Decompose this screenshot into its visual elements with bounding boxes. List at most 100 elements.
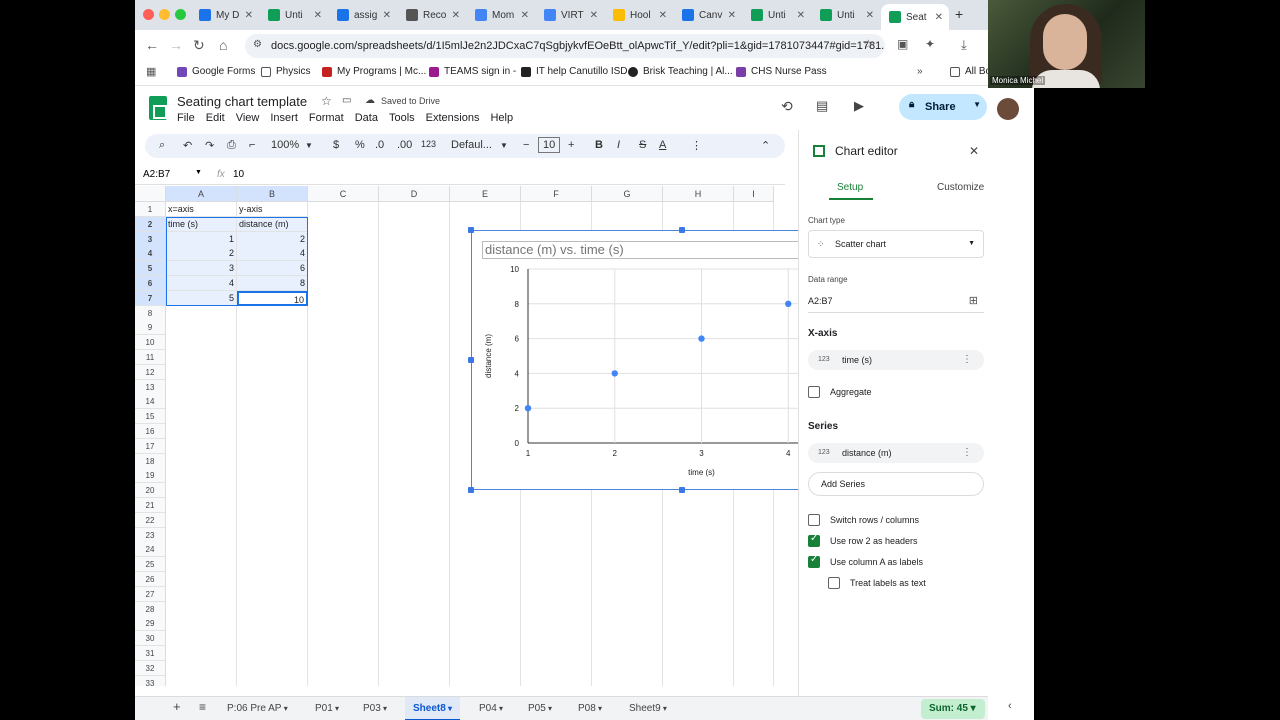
select-range-icon[interactable]: ⊞ <box>969 294 978 307</box>
bookmark-my-programs[interactable]: My Programs | Mc... <box>322 66 426 77</box>
bookmark-teams[interactable]: TEAMS sign in - <box>429 66 516 77</box>
minimize-window-button[interactable] <box>159 9 170 20</box>
row-header[interactable]: 31 <box>135 646 166 661</box>
browser-tab[interactable]: Mom ✕ <box>467 4 535 26</box>
menu-file[interactable]: File <box>177 112 195 124</box>
row-header[interactable]: 17 <box>135 438 166 454</box>
row-header[interactable]: 18 <box>135 453 166 469</box>
close-tab-icon[interactable]: ✕ <box>590 10 598 21</box>
sheet-tab[interactable]: P01 ▾ <box>315 703 339 714</box>
chevron-down-icon[interactable]: ▼ <box>195 169 202 176</box>
row-header[interactable]: 28 <box>135 601 166 617</box>
row-header[interactable]: 2 <box>135 216 166 232</box>
cell-a2[interactable]: time (s) <box>166 216 237 232</box>
close-window-button[interactable] <box>143 9 154 20</box>
expand-panel-icon[interactable]: ‹ <box>1008 700 1012 712</box>
more-vert-icon[interactable]: ⋮ <box>962 443 972 463</box>
browser-tab[interactable]: Reco ✕ <box>398 4 466 26</box>
xaxis-pill[interactable]: 123 time (s) ⋮ <box>808 350 984 370</box>
all-sheets-icon[interactable]: ≡ <box>199 700 206 714</box>
row-header[interactable]: 23 <box>135 527 166 543</box>
close-tab-icon[interactable]: ✕ <box>521 10 529 21</box>
increase-decimal-button[interactable]: .00 <box>397 139 412 151</box>
row-header[interactable]: 8 <box>135 305 166 321</box>
select-all-corner[interactable] <box>135 186 166 202</box>
cell-b5[interactable]: 6 <box>237 261 308 277</box>
treat-labels-checkbox[interactable]: Treat labels as text <box>828 577 926 589</box>
sheet-tab[interactable]: P04 ▾ <box>479 703 503 714</box>
close-tab-icon[interactable]: ✕ <box>452 10 460 21</box>
italic-icon[interactable]: I <box>617 139 620 151</box>
resize-handle[interactable] <box>468 227 474 233</box>
menu-data[interactable]: Data <box>355 112 378 124</box>
sheet-tab[interactable]: P03 ▾ <box>363 703 387 714</box>
browser-tab[interactable]: Canv ✕ <box>674 4 742 26</box>
decrease-decimal-button[interactable]: .0 <box>375 139 384 151</box>
column-header[interactable]: D <box>379 186 450 202</box>
row-header[interactable]: 10 <box>135 335 166 351</box>
font-size-plus-icon[interactable]: + <box>568 139 574 151</box>
extension-icon[interactable]: ▣ <box>897 37 908 51</box>
column-header[interactable]: G <box>592 186 663 202</box>
resize-handle[interactable] <box>468 357 474 363</box>
sheet-tab[interactable]: Sheet9 ▾ <box>629 703 667 714</box>
row-header[interactable]: 6 <box>135 276 166 291</box>
chevron-down-icon[interactable]: ▼ <box>500 141 508 150</box>
site-info-icon[interactable]: ⚙ <box>253 39 262 50</box>
column-header[interactable]: E <box>450 186 521 202</box>
use-colA-checkbox[interactable]: Use column A as labels <box>808 554 923 568</box>
name-box[interactable]: A2:B7 <box>143 169 170 180</box>
row-header[interactable]: 22 <box>135 512 166 528</box>
bold-icon[interactable]: B <box>595 139 603 151</box>
cell-a6[interactable]: 4 <box>166 276 237 291</box>
row-header[interactable]: 1 <box>135 202 166 217</box>
meet-icon[interactable]: ▶ <box>854 98 864 114</box>
currency-button[interactable]: $ <box>333 139 339 151</box>
row-header[interactable]: 19 <box>135 468 166 484</box>
row-header[interactable]: 27 <box>135 586 166 602</box>
download-icon[interactable]: ⤓ <box>961 37 967 53</box>
bookmark-all[interactable]: All Bo <box>950 66 988 77</box>
aggregate-checkbox[interactable]: Aggregate <box>808 386 872 398</box>
more-bookmarks-icon[interactable]: » <box>917 66 923 77</box>
cell-a4[interactable]: 2 <box>166 246 237 262</box>
browser-tab[interactable]: Unti ✕ <box>812 4 880 26</box>
data-range-input[interactable]: A2:B7 ⊞ <box>808 294 984 313</box>
column-header[interactable]: F <box>521 186 592 202</box>
add-series-button[interactable]: Add Series <box>808 472 984 496</box>
series-pill[interactable]: 123 distance (m) ⋮ <box>808 443 984 463</box>
collapse-menu-icon[interactable]: ⌃ <box>761 139 770 152</box>
browser-tab[interactable]: My D ✕ <box>191 4 259 26</box>
row-header[interactable]: 29 <box>135 616 166 632</box>
sum-indicator[interactable]: Sum: 45 ▾ <box>921 699 985 719</box>
zoom-window-button[interactable] <box>175 9 186 20</box>
close-tab-icon[interactable]: ✕ <box>659 10 667 21</box>
menu-extensions[interactable]: Extensions <box>426 112 480 124</box>
row-header[interactable]: 33 <box>135 675 166 686</box>
row-header[interactable]: 5 <box>135 261 166 277</box>
print-icon[interactable]: ⎙ <box>227 139 236 152</box>
row-header[interactable]: 3 <box>135 231 166 247</box>
tab-customize[interactable]: Customize <box>937 182 984 193</box>
browser-tab[interactable]: VIRT ✕ <box>536 4 604 26</box>
forward-icon[interactable]: → <box>169 37 183 53</box>
resize-handle[interactable] <box>679 227 685 233</box>
column-header[interactable]: A <box>166 186 237 202</box>
move-folder-icon[interactable]: ▭ <box>342 95 351 106</box>
paint-format-icon[interactable]: ⌐ <box>249 139 255 151</box>
row-header[interactable]: 11 <box>135 350 166 365</box>
puzzle-icon[interactable]: ✦ <box>925 37 935 51</box>
column-header[interactable]: I <box>734 186 774 202</box>
home-icon[interactable]: ⌂ <box>219 37 227 53</box>
font-size-minus-icon[interactable]: − <box>523 139 529 151</box>
row-header[interactable]: 13 <box>135 379 166 395</box>
row-header[interactable]: 20 <box>135 483 166 499</box>
cell-b6[interactable]: 8 <box>237 276 308 291</box>
close-tab-icon[interactable]: ✕ <box>245 10 253 21</box>
column-header[interactable]: H <box>663 186 734 202</box>
row-header[interactable]: 21 <box>135 498 166 513</box>
back-icon[interactable]: ← <box>145 37 159 53</box>
close-tab-icon[interactable]: ✕ <box>314 10 322 21</box>
row-header[interactable]: 9 <box>135 320 166 336</box>
bookmark-star-icon[interactable]: ☆ <box>863 37 874 51</box>
